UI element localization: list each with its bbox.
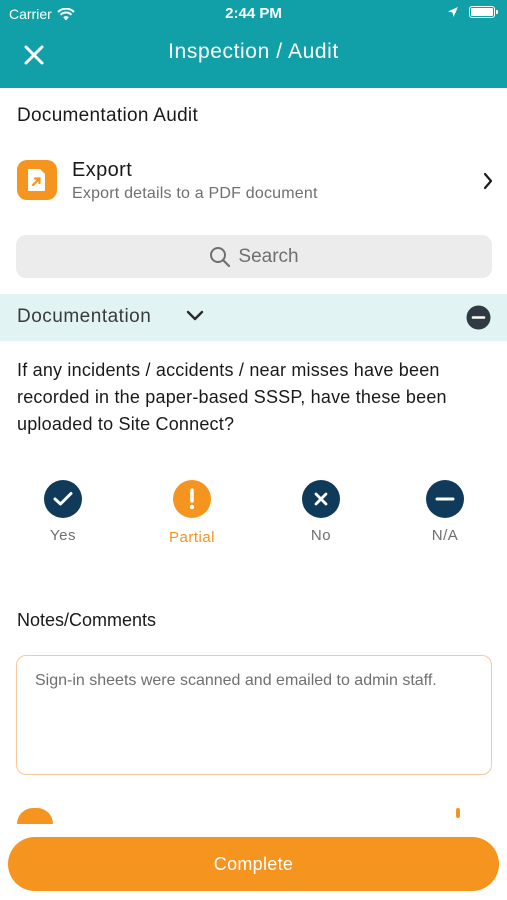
nav-title: Inspection / Audit (168, 40, 339, 63)
option-label: No (310, 527, 332, 544)
notes-textarea[interactable]: Sign-in sheets were scanned and emailed … (16, 655, 492, 775)
check-icon (44, 480, 82, 518)
exclamation-icon (173, 480, 211, 518)
page-title: Documentation Audit (17, 105, 199, 126)
status-bar: Carrier 2:44 PM (0, 0, 507, 28)
nav-bar: Inspection / Audit (0, 28, 507, 88)
search-input[interactable]: Search (16, 235, 492, 278)
category-header[interactable]: Documentation (0, 294, 507, 341)
question-text: If any incidents / accidents / near miss… (17, 360, 447, 434)
location-arrow-icon (448, 7, 458, 17)
battery-icon (469, 6, 498, 18)
export-pdf-icon (17, 160, 57, 200)
export-subtitle: Export details to a PDF document (72, 185, 318, 202)
complete-button[interactable]: Complete (8, 837, 499, 891)
chevron-down-icon[interactable] (186, 310, 204, 322)
notes-label: Notes/Comments (17, 610, 157, 630)
chevron-right-icon (483, 172, 493, 190)
next-item-indicator (456, 808, 460, 818)
option-yes[interactable]: Yes (18, 480, 108, 544)
category-label: Documentation (17, 306, 152, 327)
export-row[interactable]: Export Export details to a PDF document (0, 150, 507, 212)
search-placeholder: Search (238, 245, 299, 267)
option-label: Partial (168, 529, 216, 546)
option-partial[interactable]: Partial (147, 480, 237, 546)
x-icon (302, 480, 340, 518)
status-time: 2:44 PM (225, 5, 282, 22)
collapse-minus-icon[interactable] (466, 305, 491, 330)
search-icon (210, 246, 231, 267)
option-na[interactable]: N/A (400, 480, 490, 544)
export-title: Export (72, 159, 133, 181)
next-item-icon (17, 808, 53, 824)
option-no[interactable]: No (276, 480, 366, 544)
minus-icon (426, 480, 464, 518)
option-label: N/A (431, 527, 459, 544)
option-label: Yes (50, 527, 76, 544)
